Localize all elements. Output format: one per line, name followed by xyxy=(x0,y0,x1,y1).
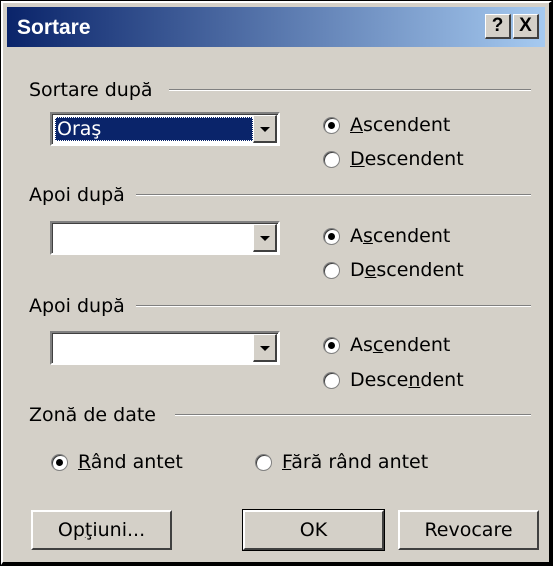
sort-by-label: Sortare după xyxy=(29,79,153,101)
then-by-combo-2[interactable] xyxy=(50,331,280,365)
group-divider xyxy=(175,414,531,416)
help-button[interactable]: ? xyxy=(485,14,511,39)
group-divider xyxy=(136,194,531,196)
then-by-combo-1[interactable] xyxy=(50,221,280,255)
radio-checked-icon xyxy=(51,453,68,471)
then-by-label-2: Apoi după xyxy=(29,295,125,317)
cancel-button[interactable]: Revocare xyxy=(398,510,539,550)
then-by-2-ascending-radio[interactable]: Ascendent xyxy=(323,334,450,356)
radio-unchecked-icon xyxy=(323,150,340,168)
sort-by-value: Oraş xyxy=(55,117,253,141)
radio-label: Fără rând antet xyxy=(282,451,429,473)
dialog-title: Sortare xyxy=(17,16,91,39)
radio-checked-icon xyxy=(323,227,340,245)
header-row-radio[interactable]: Rând antet xyxy=(51,451,183,473)
radio-label: Descendent xyxy=(350,259,464,281)
sort-by-ascending-radio[interactable]: Ascendent xyxy=(323,114,450,136)
group-divider xyxy=(169,89,531,91)
then-by-1-descending-radio[interactable]: Descendent xyxy=(323,259,464,281)
sort-by-combo[interactable]: Oraş xyxy=(50,112,280,146)
options-button-label: Opţiuni... xyxy=(57,519,146,541)
radio-checked-icon xyxy=(323,336,340,354)
radio-unchecked-icon xyxy=(255,453,272,471)
dropdown-arrow-icon[interactable] xyxy=(253,334,277,362)
data-range-label: Zonă de date xyxy=(29,404,156,426)
radio-label: Ascendent xyxy=(350,114,451,136)
options-button[interactable]: Opţiuni... xyxy=(31,510,172,550)
radio-label: Descendent xyxy=(350,369,464,391)
radio-unchecked-icon xyxy=(323,261,340,279)
title-bar[interactable]: Sortare ? X xyxy=(7,7,545,47)
radio-checked-icon xyxy=(323,116,340,134)
then-by-2-descending-radio[interactable]: Descendent xyxy=(323,369,464,391)
radio-label: Ascendent xyxy=(350,334,451,356)
radio-label: Descendent xyxy=(350,148,464,170)
radio-label: Ascendent xyxy=(350,225,451,247)
radio-unchecked-icon xyxy=(323,371,340,389)
radio-label: Rând antet xyxy=(78,451,183,473)
close-button[interactable]: X xyxy=(513,14,539,39)
group-divider xyxy=(136,305,531,307)
ok-button[interactable]: OK xyxy=(242,509,385,551)
dropdown-arrow-icon[interactable] xyxy=(253,224,277,252)
sort-dialog: Sortare ? X Sortare după Oraş Ascendent … xyxy=(0,0,553,566)
no-header-row-radio[interactable]: Fără rând antet xyxy=(255,451,428,473)
then-by-1-ascending-radio[interactable]: Ascendent xyxy=(323,225,450,247)
dropdown-arrow-icon[interactable] xyxy=(253,115,277,143)
sort-by-descending-radio[interactable]: Descendent xyxy=(323,148,464,170)
then-by-label: Apoi după xyxy=(29,184,125,206)
